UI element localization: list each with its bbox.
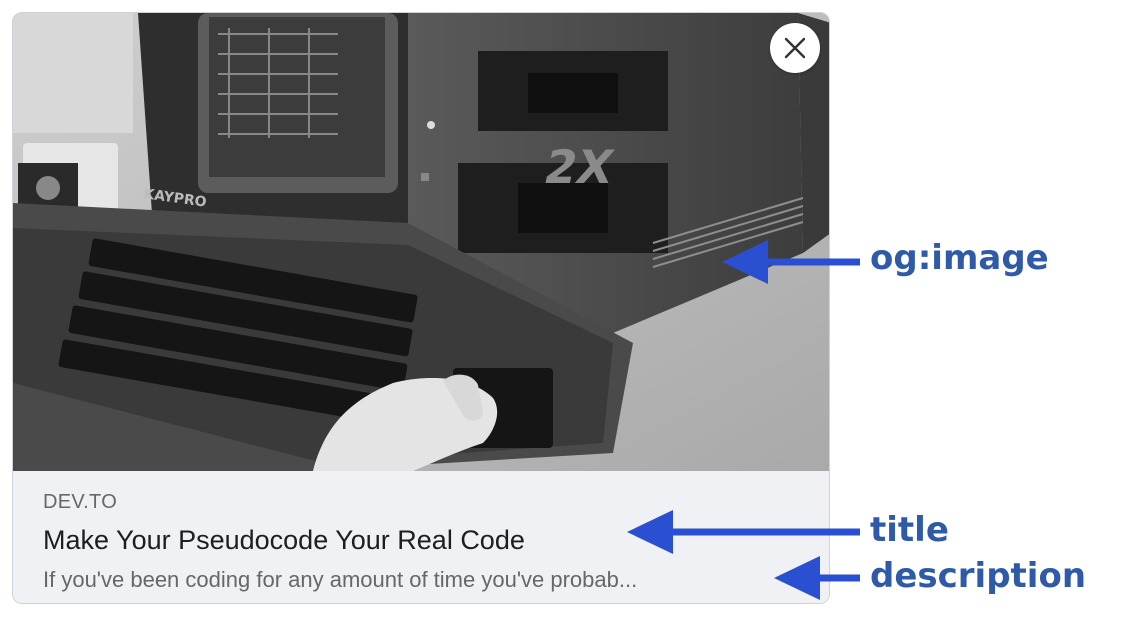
title-label: title (870, 510, 949, 550)
og-image-label: og:image (870, 238, 1049, 278)
description-label: description (870, 556, 1087, 596)
annotation-arrows (627, 240, 860, 600)
